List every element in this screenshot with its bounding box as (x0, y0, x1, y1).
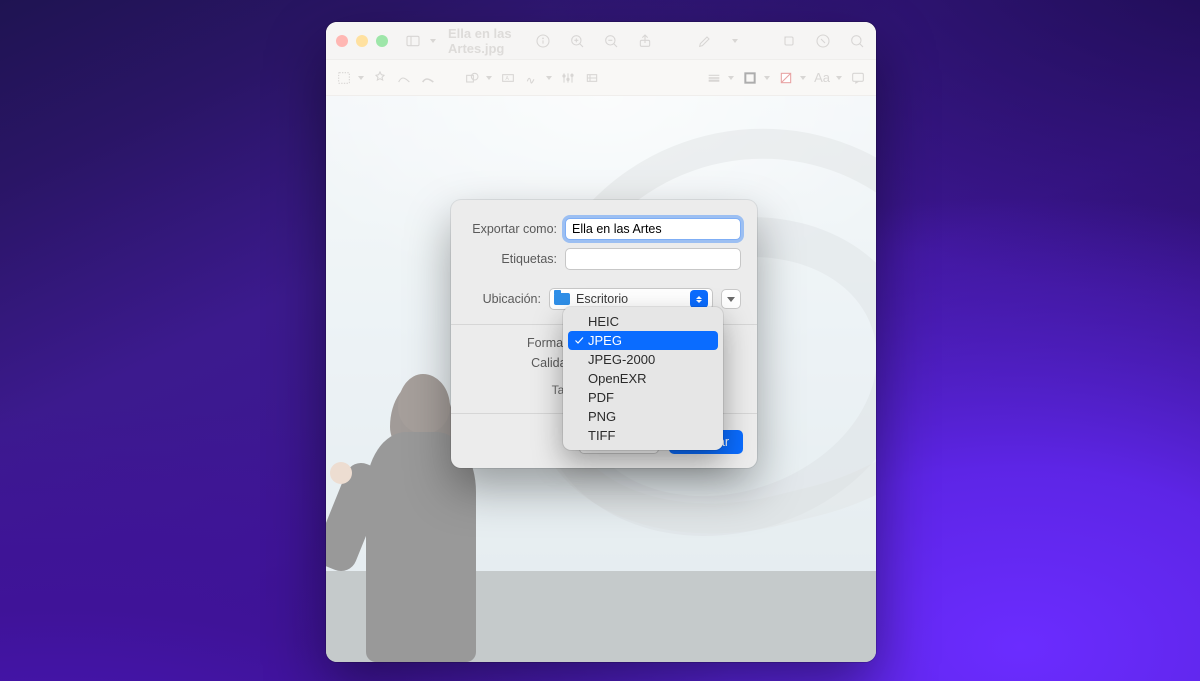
markup-toolbar: A Aa (326, 60, 876, 96)
updown-stepper-icon (690, 290, 708, 308)
tags-label: Etiquetas: (467, 252, 557, 266)
svg-text:A: A (505, 76, 509, 82)
window-close-button[interactable] (336, 35, 348, 47)
zoom-in-button[interactable] (568, 32, 586, 50)
window-minimize-button[interactable] (356, 35, 368, 47)
sidebar-toggle-button[interactable] (404, 32, 436, 50)
format-option-png[interactable]: PNG (568, 407, 718, 426)
selection-tool-button[interactable] (336, 70, 364, 86)
format-dropdown-menu: HEIC JPEG JPEG-2000 OpenEXR PDF PNG TIFF (563, 307, 723, 450)
location-label: Ubicación: (467, 292, 541, 306)
format-option-heic[interactable]: HEIC (568, 312, 718, 331)
format-option-jpeg[interactable]: JPEG (568, 331, 718, 350)
format-option-tiff[interactable]: TIFF (568, 426, 718, 445)
text-style-button[interactable]: Aa (814, 70, 842, 85)
format-option-jpeg2000[interactable]: JPEG-2000 (568, 350, 718, 369)
expand-location-button[interactable] (721, 289, 741, 309)
share-button[interactable] (636, 32, 654, 50)
export-as-label: Exportar como: (467, 222, 557, 236)
highlight-button[interactable] (814, 32, 832, 50)
tags-input[interactable] (565, 248, 741, 270)
location-value: Escritorio (576, 292, 628, 306)
annotate-button[interactable] (850, 70, 866, 86)
instant-alpha-button[interactable] (372, 70, 388, 86)
markup-menu-chevron-icon[interactable] (732, 39, 738, 43)
check-icon (573, 334, 585, 346)
quality-label: Calidad: (467, 356, 577, 370)
rotate-button[interactable] (780, 32, 798, 50)
border-color-button[interactable] (742, 70, 770, 86)
folder-icon (554, 293, 570, 305)
text-tool-button[interactable]: A (500, 70, 516, 86)
adjust-color-button[interactable] (560, 70, 576, 86)
search-button[interactable] (848, 32, 866, 50)
format-label: Formato: (467, 336, 577, 350)
window-title: Ella en las Artes.jpg (448, 26, 526, 56)
format-option-openexr[interactable]: OpenEXR (568, 369, 718, 388)
line-style-button[interactable] (706, 70, 734, 86)
draw-tool-button[interactable] (420, 70, 436, 86)
markup-toggle-button[interactable] (696, 32, 714, 50)
export-as-input[interactable] (565, 218, 741, 240)
adjust-size-button[interactable] (584, 70, 600, 86)
zoom-out-button[interactable] (602, 32, 620, 50)
shapes-tool-button[interactable] (464, 70, 492, 86)
format-option-pdf[interactable]: PDF (568, 388, 718, 407)
sign-tool-button[interactable] (524, 70, 552, 86)
window-zoom-button[interactable] (376, 35, 388, 47)
fill-color-button[interactable] (778, 70, 806, 86)
window-titlebar: Ella en las Artes.jpg (326, 22, 876, 60)
window-traffic-lights (336, 35, 388, 47)
info-button[interactable] (534, 32, 552, 50)
sketch-tool-button[interactable] (396, 70, 412, 86)
